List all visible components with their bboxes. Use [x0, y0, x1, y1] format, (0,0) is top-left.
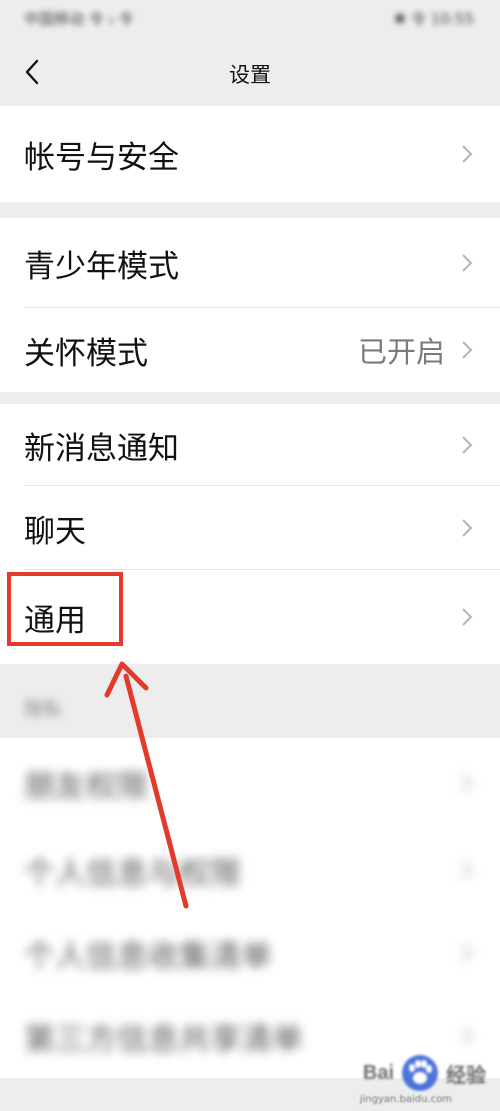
baidu-watermark: Bai 经验 [363, 1053, 486, 1093]
chevron-right-icon [462, 774, 473, 792]
watermark-suffix: 经验 [446, 1064, 486, 1087]
chevron-right-icon [462, 519, 473, 537]
settings-item-youth-mode[interactable]: 青少年模式 [0, 218, 500, 308]
page-title: 设置 [229, 63, 271, 87]
nav-bar: 设置 [0, 40, 500, 106]
settings-group-account: 帐号与安全 [0, 106, 500, 202]
settings-item-label: 青少年模式 [24, 248, 179, 285]
settings-item-care-mode[interactable]: 关怀模式 已开启 [0, 308, 500, 392]
settings-item-new-message-notification[interactable]: 新消息通知 [0, 404, 500, 486]
settings-item-chat[interactable]: 聊天 [0, 486, 500, 570]
chevron-right-icon [462, 1027, 473, 1045]
highlight-box [7, 572, 123, 646]
chevron-right-icon [462, 861, 473, 879]
settings-item-label: 个人信息与权限 [24, 855, 241, 892]
settings-group-privacy: 朋友权限 个人信息与权限 个人信息收集清单 第三方信息共享清单 [0, 738, 500, 1078]
chevron-right-icon [462, 341, 473, 359]
chevron-right-icon [462, 944, 473, 962]
settings-item-label: 朋友权限 [24, 768, 148, 805]
settings-item-label: 聊天 [24, 513, 86, 550]
chevron-right-icon [462, 436, 473, 454]
baidu-paw-icon [402, 1055, 438, 1091]
status-bar: 中国移动 令 ᵢₗ 令 ✱ 令 10:55 [0, 0, 500, 40]
chevron-right-icon [462, 254, 473, 272]
care-mode-status: 已开启 [357, 335, 445, 369]
privacy-section-header: 隐私 [24, 698, 63, 720]
settings-item-account-security[interactable]: 帐号与安全 [0, 106, 500, 202]
settings-item-label: 第三方信息共享清单 [24, 1021, 303, 1058]
settings-group-modes: 青少年模式 关怀模式 已开启 [0, 218, 500, 392]
settings-item-personal-info-collection[interactable]: 个人信息收集清单 [0, 912, 500, 994]
settings-item-label: 新消息通知 [24, 430, 179, 467]
settings-item-personal-info-permissions[interactable]: 个人信息与权限 [0, 828, 500, 912]
status-right: ✱ 令 10:55 [393, 10, 474, 28]
settings-item-friend-permissions[interactable]: 朋友权限 [0, 738, 500, 828]
chevron-right-icon [462, 608, 473, 626]
chevron-right-icon [462, 145, 473, 163]
settings-item-label: 关怀模式 [24, 335, 148, 372]
watermark-url: jingyan.baidu.com [359, 1094, 452, 1105]
watermark-brand: Bai [362, 1061, 394, 1084]
carrier-text: 中国移动 令 ᵢₗ 令 [24, 10, 134, 28]
settings-item-label: 帐号与安全 [24, 139, 179, 176]
settings-item-label: 个人信息收集清单 [24, 938, 272, 975]
